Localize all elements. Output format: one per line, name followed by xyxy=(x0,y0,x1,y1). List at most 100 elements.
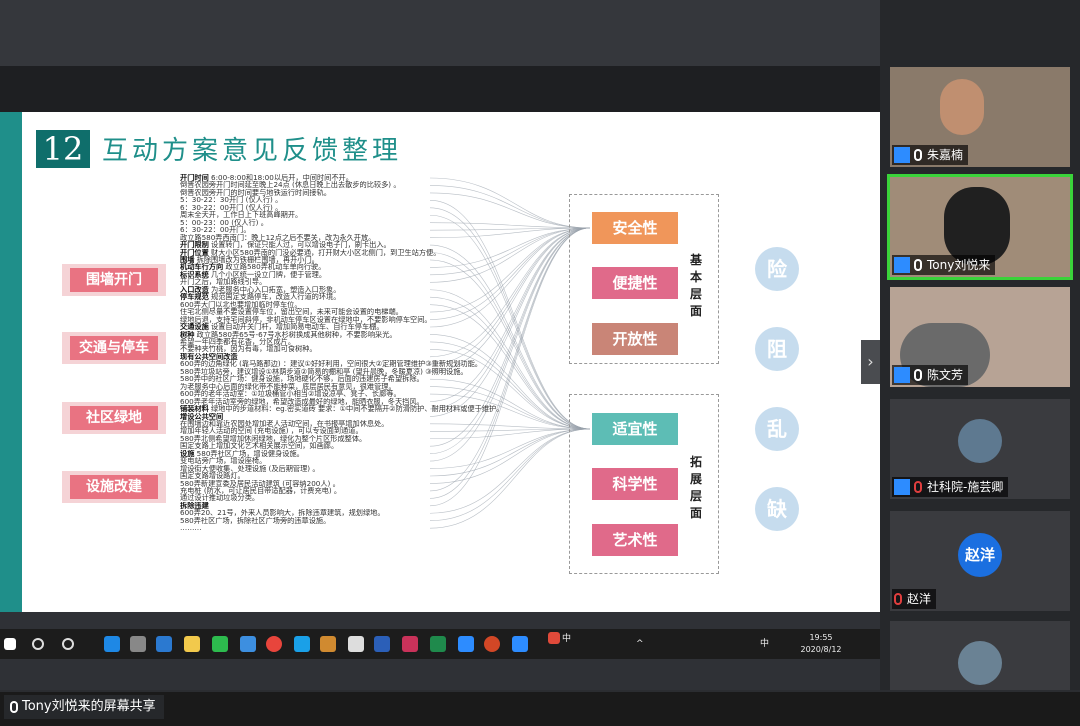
participant-label: Tony刘悦来 xyxy=(892,255,996,275)
feedback-note-topic: 增设公共空间 xyxy=(180,412,224,420)
avatar xyxy=(958,419,1002,463)
feedback-note: 600弄大门以北也要增加临时停车位。 xyxy=(180,301,500,308)
feedback-note: 为老服务中心后面的绿化带不能种菜，底层居民有意见，很难管理。 xyxy=(180,383,500,390)
feedback-note-text: 580弄中的社区广场：健身设施，场地硬化不够，后面的违建房子希望拆除。 xyxy=(180,375,424,383)
participant-tile[interactable]: 陈文芳 xyxy=(890,287,1070,387)
microphone-muted-icon xyxy=(894,592,902,605)
word-icon[interactable] xyxy=(374,636,390,652)
powerpoint-icon[interactable] xyxy=(484,636,500,652)
feedback-note: 不要种夹竹桃，因为有毒，增加可食树种。 xyxy=(180,345,500,352)
chrome-icon[interactable] xyxy=(266,636,282,652)
feedback-note: 政立路580弄西南门：晚上12点之后不要关，改为永久开放。 xyxy=(180,234,500,241)
participant-tile-active-speaker[interactable]: Tony刘悦来 xyxy=(887,174,1073,280)
feedback-note-topic: 铺装材料 xyxy=(180,405,209,413)
feedback-note-text: 设置转门，保证只能人过，可以增设电子门，刷卡出入。 xyxy=(208,241,391,249)
participant-video xyxy=(940,79,984,135)
feedback-note: 开门限制 设置转门，保证只能人过，可以增设电子门，刷卡出入。 xyxy=(180,241,500,248)
feedback-note: 600弄老年活动室旁的绿地，希望改造成最好的绿地，能晒衣服，冬天挡风。 xyxy=(180,398,500,405)
participant-label: 陈文芳 xyxy=(892,365,969,385)
app-icon[interactable] xyxy=(348,636,364,652)
feedback-note-text: 政立路580弄机动车单向行驶。 xyxy=(223,263,326,271)
feedback-note-topic: 开门限制 xyxy=(180,241,209,249)
person-icon xyxy=(894,256,910,273)
feedback-note-text: 充电桩 (防水，可让居民自带适配器，计费充电) 。 xyxy=(180,487,342,495)
feedback-note: 国定支路上增加文化艺术相关展示空间，如画廊。 xyxy=(180,442,500,449)
ime-icon[interactable] xyxy=(548,632,560,644)
feedback-note-text: 几个小区统一设立门牌，便于管理。 xyxy=(208,270,327,279)
feedback-note: 交通设施 设置自动开关门杆，增加简易电动车、自行车停车棚。 xyxy=(180,323,500,330)
feedback-note: 现有公共空间改造 xyxy=(180,353,500,360)
feedback-note: 600弄的边角绿化 (靠马路那边) ：建议①好好利用，空间很大②定期管理维护③重… xyxy=(180,360,500,367)
feedback-note-text: 600弄大门以北也要增加临时停车位。 xyxy=(180,300,302,309)
search-icon[interactable] xyxy=(32,638,44,650)
participant-tile[interactable]: 社科院-施芸卿 xyxy=(890,399,1070,499)
screen-share-indicator[interactable]: Tony刘悦来的屏幕共享 xyxy=(4,695,164,719)
feedback-note-topic: 开门时间 xyxy=(180,174,209,182)
feedback-note: 580弄北侧希望增加休闲绿地，绿化为整个片区形成整体。 xyxy=(180,435,500,442)
excel-icon[interactable] xyxy=(430,636,446,652)
windows-start-icon[interactable] xyxy=(4,638,16,650)
participant-name: 社科院-施芸卿 xyxy=(927,480,1004,494)
feedback-note: 开门时间 6:00-8:00和18:00以后开，中间时间不开。 xyxy=(180,174,500,181)
feedback-note-text: 5：30-22：30开门 (仅人行) 。 xyxy=(180,196,283,204)
screen-share-label: Tony刘悦来的屏幕共享 xyxy=(22,699,156,714)
feedback-note: 在围墙边和靠近农园处增加老人活动空间，在书报亭增加休息处。 xyxy=(180,420,500,427)
feedback-note: 入口改造 为老服务中心入口拓宽，塑造入口形象。 xyxy=(180,286,500,293)
participant-label: 朱嘉楠 xyxy=(892,145,969,165)
feedback-note: 580弄中的社区广场：健身设施，场地硬化不够，后面的违建房子希望拆除。 xyxy=(180,375,500,382)
panel-toggle-chevron-icon[interactable]: › xyxy=(861,340,880,384)
participant-tile[interactable] xyxy=(890,621,1070,690)
participant-video xyxy=(944,187,1010,265)
calendar-icon[interactable] xyxy=(240,636,256,652)
feedback-note: 充电桩 (防水，可让居民自带适配器，计费充电) 。 xyxy=(180,487,500,494)
feedback-note-text: 拆除围墙改为铁栅栏围墙，再开小门。 xyxy=(194,255,319,264)
app-icon[interactable] xyxy=(294,636,310,652)
edge-icon[interactable] xyxy=(104,636,120,652)
taskbar-clock[interactable]: 19:55 2020/8/12 xyxy=(796,632,846,656)
feedback-note: 围墙 拆除围墙改为铁栅栏围墙，再开小门。 xyxy=(180,256,500,263)
basic-layer-label: 基本层面 xyxy=(690,253,703,318)
feedback-note-text: 规范国定支路停车，改造人行道的环境。 xyxy=(208,293,341,301)
feedback-note: 住宅北侧尽量不要设置停车位，留出空间，未来可能会设置的电梯端。 xyxy=(180,308,500,315)
app-icon[interactable] xyxy=(512,636,528,652)
tray-chevron-icon[interactable]: ^ xyxy=(636,629,644,659)
file-explorer-icon[interactable] xyxy=(184,636,200,652)
extended-item-artistic: 艺术性 xyxy=(592,524,678,556)
feedback-note-text: 600弄的老年活动室：①垃圾桶管小相当②增设凉亭、凳子、长廊等。 xyxy=(180,390,401,398)
feedback-note-text: 绿地中的步道材料：eg.密实道砖 要求：①中间不要隔开②防滑防护、耐用材料或便于… xyxy=(208,405,500,413)
app-icon[interactable] xyxy=(130,636,146,652)
wechat-icon[interactable] xyxy=(212,636,228,652)
microphone-icon xyxy=(10,701,18,713)
ie-icon[interactable] xyxy=(156,636,172,652)
microphone-icon xyxy=(914,368,922,381)
feedback-note: 通过设计推动垃圾分类。 xyxy=(180,494,500,501)
feedback-note: 增设公共空间 xyxy=(180,413,500,420)
ime-mode[interactable]: 中 xyxy=(562,629,571,649)
feedback-note: 600弄20、21号，外来人员影响大，拆除违章建筑，规划绿地。 xyxy=(180,509,500,516)
extended-layer-label: 拓展层面 xyxy=(690,455,703,520)
basic-item-safety: 安全性 xyxy=(592,212,678,244)
feedback-note-topic: 现有公共空间改造 xyxy=(180,352,238,361)
feedback-note-text: ……… xyxy=(180,524,202,532)
feedback-note: 树种 政立路580弄65号-67号水杉树换成其他树种，不要影响采光。 xyxy=(180,331,500,338)
feedback-note-text: 6：30-22：00开门 (仅人行) 。 xyxy=(180,203,283,212)
feedback-note-text: 财大小区580弄南的门没必要通，打开财大小区北侧门，到卫生站方便。 xyxy=(208,248,441,256)
feedback-note-topic: 设施 xyxy=(180,449,195,458)
feedback-note-text: 为老服务中心后面的绿化带不能种菜，底层居民有意见，很难管理。 xyxy=(180,382,396,391)
zoom-icon[interactable] xyxy=(458,636,474,652)
participant-tile[interactable]: 赵洋 赵洋 xyxy=(890,511,1070,611)
feedback-note: 停车规范 规范国定支路停车，改造人行道的环境。 xyxy=(180,293,500,300)
app-icon[interactable] xyxy=(320,636,336,652)
input-language[interactable]: 中 xyxy=(760,629,769,659)
participant-tile[interactable]: 朱嘉楠 xyxy=(890,67,1070,167)
meeting-status-bar: Tony刘悦来的屏幕共享 xyxy=(0,692,1080,726)
app-icon[interactable] xyxy=(402,636,418,652)
clock-date: 2020/8/12 xyxy=(800,645,842,654)
feedback-note-topic: 标识系统 xyxy=(180,270,209,279)
feedback-note-text: 绿地后退，支持宅间斜停，非机动车停车区设置在绿地中，不要影响停车空间。 xyxy=(180,315,432,324)
cortana-icon[interactable] xyxy=(62,638,74,650)
feedback-note: 开门之后，增加路线引导。 xyxy=(180,278,500,285)
shared-screen-area: 12 互动方案意见反馈整理 围墙开门 交通与停车 社区绿地 设施改建 开门时间 … xyxy=(0,0,880,690)
feedback-note-text: 6：30-22：00开门。 xyxy=(180,226,251,234)
feedback-note-text: 增加年轻人活动的空间 (充电设施) ，可以专设面到通道。 xyxy=(180,427,363,435)
